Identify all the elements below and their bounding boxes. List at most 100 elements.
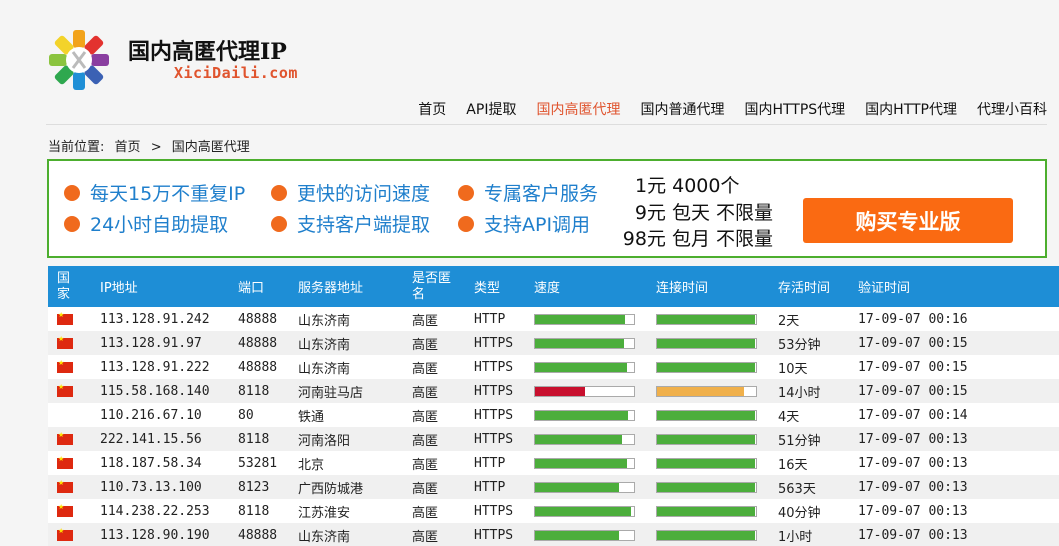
anonymity-cell: 高匿 [412,481,439,497]
port-cell: 80 [238,407,254,423]
connect-bar-fill [657,458,755,468]
table-body: 113.128.91.24248888山东济南高匿HTTP2天17-09-07 … [48,307,1059,546]
location-cell[interactable]: 河南驻马店 [298,379,412,403]
location-cell[interactable]: 江苏淮安 [298,499,412,523]
speed-bar [534,337,635,349]
speed-cell [534,307,656,331]
anonymity-cell: 高匿 [412,361,439,377]
connect-bar-fill [657,530,755,540]
xici-logo-icon[interactable] [46,28,112,92]
ip-cell[interactable]: 113.128.91.97 [100,331,238,355]
location-cell[interactable]: 山东济南 [298,355,412,379]
ip-cell[interactable]: 222.141.15.56 [100,427,238,451]
country-cell [48,331,100,355]
nav-domestic-elite[interactable]: 国内高匿代理 [536,99,620,119]
connect-bar [656,361,757,373]
table-row[interactable]: 113.128.91.22248888 山东济南高匿 HTTPS 10天 17-09-0… [48,355,1059,379]
ip-cell[interactable]: 110.73.13.100 [100,475,238,499]
buy-pro-button[interactable]: 购买专业版 [803,198,1013,243]
connect-cell [656,379,778,403]
port-cell: 8118 [238,503,270,519]
speed-bar-fill [535,530,620,540]
bullet-icon [64,184,80,201]
col-verified-time: 验证时间 [858,266,1059,307]
anonymity-cell: 高匿 [412,433,439,449]
connect-cell [656,451,778,475]
type-cell: HTTP [474,311,506,327]
table-row[interactable]: 113.128.90.19048888 山东济南高匿 HTTPS 1小时 17-09-0… [48,523,1059,546]
nav-domestic-normal[interactable]: 国内普通代理 [640,99,724,119]
ip-cell[interactable]: 113.128.90.190 [100,523,238,546]
promo-banner: 每天15万不重复IP 24小时自助提取 更快的访问速度 支持客户端提取 专属客户… [47,159,1047,258]
location-cell[interactable]: 河南洛阳 [298,427,412,451]
country-cell [48,451,100,475]
ip-cell[interactable]: 115.58.168.140 [100,379,238,403]
anonymity-cell: 高匿 [412,337,439,353]
price-item: 98元 包月 不限量 [622,228,773,250]
china-flag-icon [57,503,73,517]
col-connect-time: 连接时间 [656,266,778,307]
ip-cell[interactable]: 113.128.91.242 [100,307,238,331]
china-flag-icon [57,455,73,469]
breadcrumb-current: 国内高匿代理 [171,140,250,155]
ip-cell[interactable]: 114.238.22.253 [100,499,238,523]
feature-item: 更快的访问速度 [271,179,430,206]
feature-item: 支持API调用 [458,210,590,237]
table-row[interactable]: 110.73.13.1008123 广西防城港高匿 HTTP 563天 17-09-07… [48,475,1059,499]
speed-cell [534,475,656,499]
country-cell [48,499,100,523]
location-cell[interactable]: 铁通 [298,403,412,427]
verified-cell: 17-09-07 00:16 [858,311,968,327]
nav-api[interactable]: API提取 [466,99,516,119]
nav-wiki[interactable]: 代理小百科 [977,99,1047,119]
port-cell: 8118 [238,383,270,399]
anonymity-cell: 高匿 [412,385,439,401]
port-cell: 8123 [238,479,270,495]
table-row[interactable]: 115.58.168.1408118 河南驻马店高匿 HTTPS 14小时 17-09-… [48,379,1059,403]
type-cell: HTTPS [474,431,514,447]
alive-cell: 53分钟 [778,337,821,353]
location-cell[interactable]: 北京 [298,451,412,475]
col-anonymity: 是否匿名 [412,266,474,307]
speed-bar-fill [535,386,585,396]
ip-cell[interactable]: 113.128.91.222 [100,355,238,379]
country-cell [48,475,100,499]
table-row[interactable]: 113.128.91.24248888 山东济南高匿 HTTP 2天 17-09-07 … [48,307,1059,331]
site-domain: XiciDaili.com [174,64,298,82]
nav-domestic-https[interactable]: 国内HTTPS代理 [744,99,845,119]
location-cell[interactable]: 山东济南 [298,307,412,331]
china-flag-icon [57,383,73,397]
verified-cell: 17-09-07 00:15 [858,359,968,375]
connect-bar-fill [657,362,755,372]
connect-cell [656,355,778,379]
location-cell[interactable]: 广西防城港 [298,475,412,499]
china-flag-icon [57,479,73,493]
col-alive-time: 存活时间 [778,266,858,307]
port-cell: 48888 [238,359,278,375]
connect-cell [656,475,778,499]
anonymity-cell: 高匿 [412,457,439,473]
connect-bar [656,481,757,493]
nav-home[interactable]: 首页 [418,99,446,119]
table-row[interactable]: 114.238.22.2538118 江苏淮安高匿 HTTPS 40分钟 17-09-0… [48,499,1059,523]
table-row[interactable]: 118.187.58.3453281 北京高匿 HTTP 16天 17-09-07 00… [48,451,1059,475]
nav-divider [46,124,1047,125]
table-row[interactable]: 113.128.91.9748888 山东济南高匿 HTTPS 53分钟 17-09-0… [48,331,1059,355]
nav-domestic-http[interactable]: 国内HTTP代理 [865,99,957,119]
speed-cell [534,427,656,451]
location-cell[interactable]: 山东济南 [298,331,412,355]
ip-cell[interactable]: 110.216.67.10 [100,403,238,427]
table-row[interactable]: 222.141.15.568118 河南洛阳高匿 HTTPS 51分钟 17-09-07… [48,427,1059,451]
verified-cell: 17-09-07 00:14 [858,407,968,423]
price-item: 1元 4000个 [635,175,740,197]
table-row[interactable]: 110.216.67.10 80 铁通 高匿 HTTPS 4天 17-09-07 00:14 [48,403,1059,427]
country-cell [48,403,100,427]
ip-cell[interactable]: 118.187.58.34 [100,451,238,475]
port-cell: 48888 [238,335,278,351]
verified-cell: 17-09-07 00:15 [858,335,968,351]
china-flag-icon [57,359,73,373]
location-cell[interactable]: 山东济南 [298,523,412,546]
breadcrumb-home[interactable]: 首页 [115,140,141,155]
speed-bar-fill [535,506,632,516]
connect-bar [656,457,757,469]
